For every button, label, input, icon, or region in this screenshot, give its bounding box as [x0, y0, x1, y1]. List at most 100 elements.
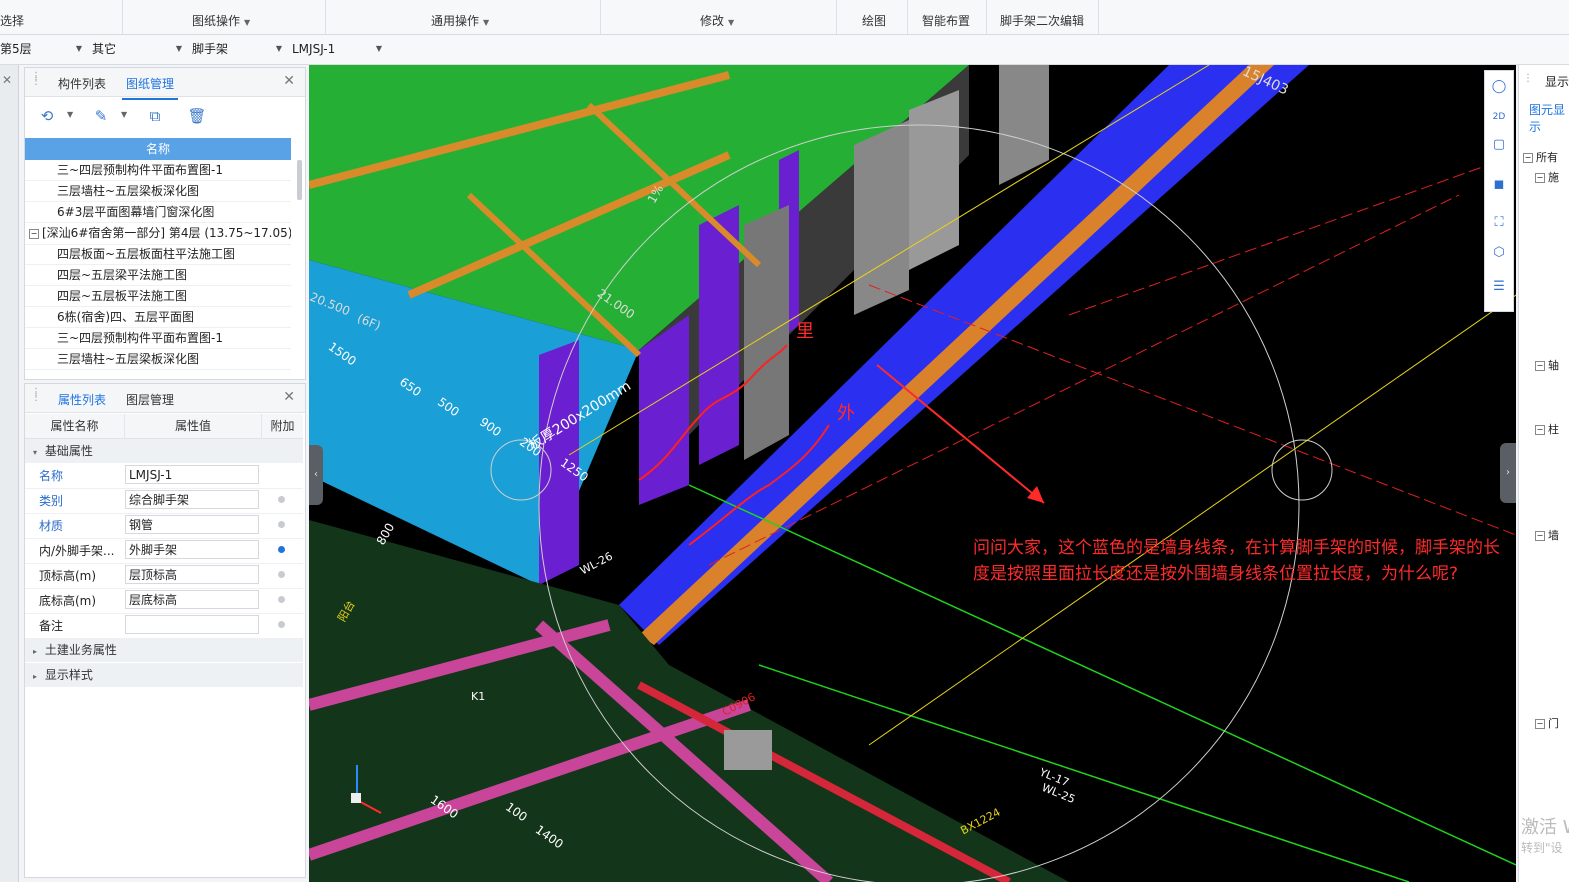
tree-item[interactable]: − 门: [1535, 715, 1559, 731]
3d-box-icon[interactable]: ▢: [1489, 135, 1509, 155]
extra-checkbox[interactable]: [278, 596, 285, 603]
property-value-field[interactable]: LMJSJ-1: [125, 465, 259, 484]
property-value-field[interactable]: 层底标高: [125, 590, 259, 609]
ribbon-group-smart-layout[interactable]: 智能布置: [922, 12, 970, 29]
tree-item[interactable]: − 轴: [1535, 357, 1559, 373]
annotation-question: 问问大家，这个蓝色的是墙身线条，在计算脚手架的时候，脚手架的长度是按照里面拉长度…: [973, 538, 1500, 584]
edit-drawing-icon[interactable]: ✎: [89, 104, 113, 128]
tree-item[interactable]: − 所有: [1523, 149, 1558, 165]
drag-handle-icon[interactable]: ⋮: [1523, 73, 1533, 84]
floor-select[interactable]: 第5层 ▼: [0, 39, 86, 59]
property-value-field[interactable]: 综合脚手架: [125, 490, 259, 509]
close-icon[interactable]: ✕: [283, 389, 295, 405]
divider: [986, 0, 987, 34]
column-header-property-name: 属性名称: [25, 414, 125, 439]
divider: [907, 0, 908, 34]
type-select[interactable]: 脚手架 ▼: [192, 39, 286, 59]
chevron-down-icon: ▼: [728, 18, 735, 27]
ribbon-group-drawing-ops[interactable]: 图纸操作 ▼: [192, 12, 250, 29]
chevron-down-icon[interactable]: ▼: [67, 110, 73, 119]
tab-property-list[interactable]: 属性列表: [53, 391, 111, 416]
collapse-toggle-icon[interactable]: −: [1523, 153, 1533, 163]
fit-view-icon[interactable]: ⛶: [1489, 213, 1509, 233]
tree-item[interactable]: − 墙: [1535, 527, 1559, 543]
layer-list-icon[interactable]: ☰: [1489, 277, 1509, 297]
extra-checkbox[interactable]: [278, 546, 285, 553]
drag-handle-icon[interactable]: ⋮ ⋮: [31, 388, 41, 404]
column-grey: [854, 120, 909, 315]
panel-tabs: ⋮ ⋮ 属性列表 图层管理 ✕: [25, 384, 305, 416]
tab-layer-management[interactable]: 图层管理: [126, 391, 174, 408]
ribbon-group-scaffold-edit[interactable]: 脚手架二次编辑: [1000, 12, 1084, 29]
close-icon[interactable]: ✕: [2, 73, 12, 87]
column-header-property-value: 属性值: [125, 414, 262, 439]
tab-component-list[interactable]: 构件列表: [58, 75, 106, 92]
collapse-toggle-icon[interactable]: −: [1535, 425, 1545, 435]
extra-checkbox[interactable]: [278, 521, 285, 528]
tree-item[interactable]: − 施: [1535, 169, 1559, 185]
collapse-left-tab[interactable]: ‹: [309, 445, 323, 505]
property-name: 顶标高(m): [39, 569, 97, 583]
panel-title[interactable]: 显示: [1545, 73, 1569, 90]
category-select[interactable]: 其它 ▼: [92, 39, 186, 59]
collapse-toggle-icon[interactable]: −: [1535, 173, 1545, 183]
property-name: 名称: [39, 469, 64, 483]
collapse-toggle-icon[interactable]: −: [1535, 719, 1545, 729]
select-tool-label[interactable]: 选择: [0, 12, 24, 29]
delete-icon[interactable]: 🗑: [185, 104, 209, 128]
orbit-handle[interactable]: [1271, 439, 1333, 501]
component-select[interactable]: LMJSJ-1 ▼: [292, 39, 386, 59]
2d-view-icon[interactable]: 2D: [1489, 107, 1509, 127]
list-item[interactable]: 三~四层预制构件平面布置图-1: [25, 328, 291, 349]
add-drawing-icon[interactable]: ⟲: [35, 104, 59, 128]
collapse-toggle-icon[interactable]: −: [1535, 531, 1545, 541]
tab-drawing-management[interactable]: 图纸管理: [121, 75, 179, 100]
copy-drawing-icon[interactable]: ⧉: [143, 104, 167, 128]
section-display-style[interactable]: ▸ 显示样式: [25, 663, 303, 687]
list-item[interactable]: 三~四层预制构件平面布置图-1: [25, 160, 291, 181]
tab-element-display[interactable]: 图元显示: [1529, 101, 1569, 135]
cad-text: K1: [471, 690, 486, 703]
left-collapsed-strip[interactable]: ✕: [0, 65, 19, 882]
section-label: 基础属性: [44, 444, 93, 458]
column-header-name[interactable]: 名称: [25, 138, 291, 160]
collapse-toggle-icon[interactable]: −: [1535, 361, 1545, 371]
drawing-management-panel: ⋮ ⋮ 构件列表 图纸管理 ✕ ⟲ ▼ ✎ ▼ ⧉ 🗑 名称 三~四层预制构件平面…: [24, 67, 306, 380]
selector-bar: 第5层 ▼ 其它 ▼ 脚手架 ▼ LMJSJ-1 ▼: [0, 35, 1569, 65]
orbit-icon[interactable]: ◯: [1489, 77, 1509, 97]
extra-checkbox[interactable]: [278, 571, 285, 578]
property-value-field[interactable]: 层顶标高: [125, 565, 259, 584]
cad-3d-viewport[interactable]: 15J403 20.500 (6F) 1500 650 500 900 200 …: [309, 65, 1516, 882]
list-item[interactable]: 6栋(宿舍)四、五层平面图: [25, 307, 291, 328]
3d-solid-icon[interactable]: ◼: [1489, 175, 1509, 195]
box-select-icon[interactable]: ⬡: [1489, 243, 1509, 263]
list-item[interactable]: 6#3层平面图幕墙门窗深化图: [25, 202, 291, 223]
chevron-down-icon: ▼: [175, 44, 182, 53]
collapse-toggle-icon[interactable]: −: [29, 228, 39, 239]
chevron-down-icon: ▼: [75, 44, 82, 53]
section-civil-properties[interactable]: ▸ 土建业务属性: [25, 638, 303, 662]
tree-item[interactable]: − 柱: [1535, 421, 1559, 437]
ribbon-group-draw[interactable]: 绘图: [862, 12, 886, 29]
section-basic-properties[interactable]: ▾ 基础属性: [25, 439, 303, 463]
close-icon[interactable]: ✕: [283, 73, 295, 89]
collapse-right-tab[interactable]: ›: [1500, 443, 1516, 503]
extra-checkbox[interactable]: [278, 621, 285, 628]
list-item[interactable]: 四层~五层梁平法施工图: [25, 265, 291, 286]
extra-checkbox[interactable]: [278, 496, 285, 503]
list-item[interactable]: 三层墙柱~五层梁板深化图: [25, 349, 291, 370]
list-item[interactable]: 四层~五层板平法施工图: [25, 286, 291, 307]
list-item[interactable]: 四层板面~五层板面柱平法施工图: [25, 244, 291, 265]
drag-handle-icon[interactable]: ⋮ ⋮: [31, 72, 41, 88]
ribbon-group-modify[interactable]: 修改 ▼: [700, 12, 734, 29]
list-group[interactable]: − [深汕6#宿舍第一部分] 第4层 (13.75~17.05): [25, 223, 291, 245]
property-value-field[interactable]: 外脚手架: [125, 540, 259, 559]
cad-scene: [309, 65, 1516, 882]
scrollbar[interactable]: [297, 160, 302, 200]
chevron-down-icon[interactable]: ▼: [121, 110, 127, 119]
list-item[interactable]: 三层墙柱~五层梁板深化图: [25, 181, 291, 202]
property-value-field[interactable]: [125, 615, 259, 634]
ribbon-group-general-ops[interactable]: 通用操作 ▼: [431, 12, 489, 29]
label-outer: 外: [837, 403, 855, 424]
property-value-field[interactable]: 钢管: [125, 515, 259, 534]
